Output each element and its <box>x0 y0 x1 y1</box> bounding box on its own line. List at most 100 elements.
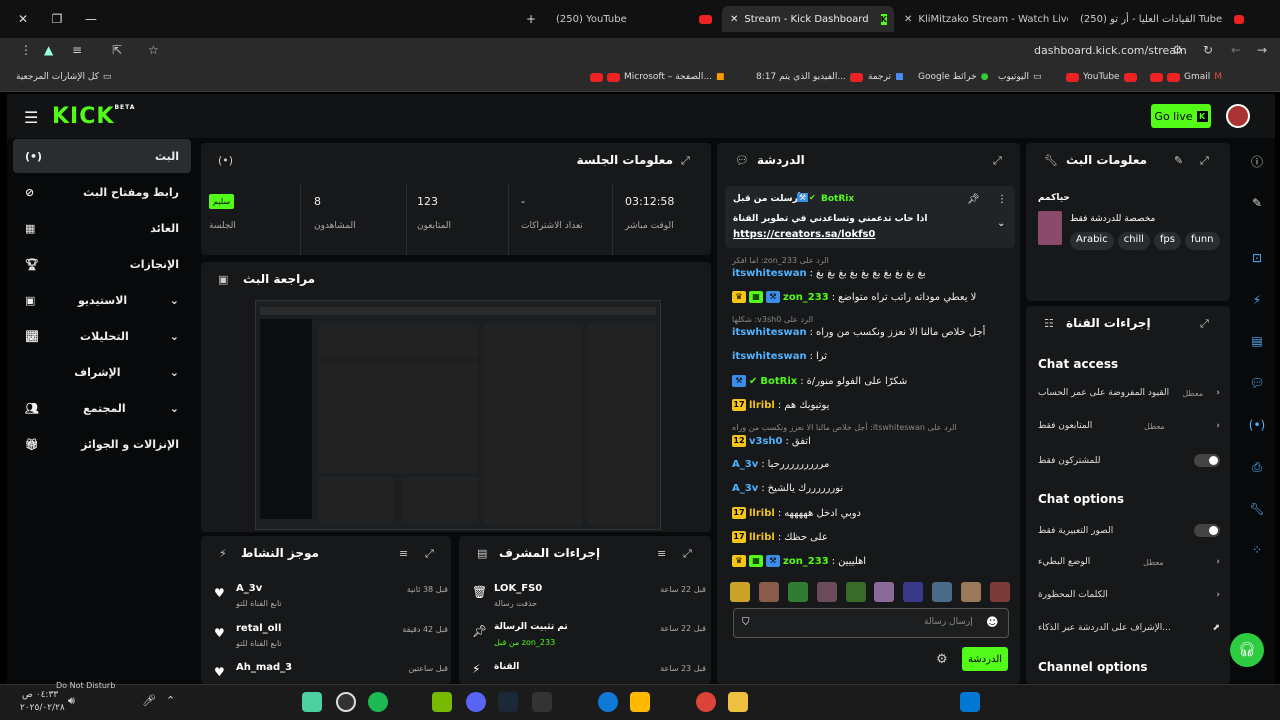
emote-icon[interactable] <box>816 582 837 602</box>
tag-chip[interactable]: chill <box>1117 232 1150 250</box>
emoji-icon[interactable]: ☻ <box>986 615 999 629</box>
restore-window-icon[interactable]: ❐ <box>46 8 68 30</box>
new-tab-icon[interactable]: + <box>520 8 542 30</box>
activity-user[interactable]: retal_oll <box>236 623 281 634</box>
url-text[interactable]: dashboard.kick.com/stream <box>1034 44 1187 57</box>
wrench-icon[interactable]: 🔧︎ <box>1244 496 1270 522</box>
tab-youtube[interactable]: (250) YouTube <box>548 6 720 32</box>
bookmark-translate[interactable]: ترجمة ■ <box>868 72 904 82</box>
emote-icon[interactable] <box>787 582 808 602</box>
tab-kick-watch[interactable]: ✕ KliMitzako Stream - Watch Live K <box>896 6 1068 32</box>
sidebar-item-analytics[interactable]: 📈︎ التحليلات ⌄ <box>13 319 191 353</box>
clip-icon[interactable]: ⊡ <box>1244 245 1270 271</box>
mic-icon[interactable]: 🎤︎ <box>142 694 156 707</box>
bookmark-all[interactable]: كل الإشارات المرجعية ▭ <box>16 72 111 82</box>
avatar[interactable] <box>1226 104 1250 128</box>
chat-username[interactable]: BotRix <box>760 376 797 387</box>
file-explorer-icon[interactable] <box>728 692 748 712</box>
notes-icon[interactable]: ▤ <box>1244 328 1270 354</box>
chrome-icon[interactable] <box>696 692 716 712</box>
bookmark-youtube-ar[interactable]: اليوتيوب ▭ <box>998 72 1041 82</box>
sidebar-item-drops[interactable]: 🎁︎ الإنزالات و الجوائز <box>13 427 191 461</box>
chat-username[interactable]: v3sh0 <box>749 436 783 447</box>
extension-icon[interactable]: ▲ <box>44 43 53 57</box>
tag-chip[interactable]: funn <box>1184 232 1220 250</box>
app-icon[interactable] <box>630 692 650 712</box>
emote-icon[interactable] <box>758 582 779 602</box>
expand-icon[interactable]: ⤢ <box>1200 154 1209 168</box>
headset-support-icon[interactable]: 🎧︎ <box>1230 633 1264 667</box>
subscribers-only-toggle[interactable] <box>1194 454 1220 467</box>
stream-preview-video[interactable] <box>255 300 661 530</box>
kick-logo[interactable]: KICKBETA <box>52 104 135 129</box>
lightning-icon[interactable]: ⚡ <box>1244 287 1270 313</box>
back-icon[interactable]: → <box>1257 43 1267 57</box>
option-row-followers[interactable]: المتابعون فقط معطل › <box>1038 421 1220 431</box>
forward-icon[interactable]: ← <box>1231 43 1241 57</box>
pinned-link[interactable]: https://creators.sa/lokfs0 <box>733 229 875 240</box>
mod-action-title[interactable]: LOK_FS0 <box>494 583 542 594</box>
shield-icon[interactable]: ⛉ <box>742 617 750 628</box>
emote-icon[interactable] <box>845 582 866 602</box>
share-icon[interactable]: ⇱ <box>112 43 122 57</box>
go-live-button[interactable]: Go live K <box>1151 104 1211 128</box>
close-tab-icon[interactable]: ✕ <box>904 14 912 25</box>
activity-user[interactable]: A_3v <box>236 583 262 594</box>
app-icon[interactable] <box>336 692 356 712</box>
sidebar-item-link-key[interactable]: ⊘ رابط ومفتاح البث <box>13 175 191 209</box>
bookmark-video[interactable]: 8:17 الفيديو الذي يتم... <box>756 72 864 82</box>
sidebar-item-moderation[interactable]: الإشراف ⌄ <box>13 355 191 389</box>
chat-username[interactable]: A_3v <box>732 459 758 470</box>
app-icon[interactable] <box>302 692 322 712</box>
steam-icon[interactable] <box>498 692 518 712</box>
chat-username[interactable]: llribl <box>749 400 775 411</box>
tag-chip[interactable]: Arabic <box>1070 232 1114 250</box>
pin-icon[interactable]: 📌︎ <box>967 194 980 205</box>
more-menu-icon[interactable]: ⋮ <box>20 43 32 57</box>
site-settings-icon[interactable]: ⚙ <box>1172 43 1183 57</box>
bookmark-gmail[interactable]: Gmail M <box>1150 72 1222 82</box>
option-row-ai-moderation[interactable]: الإشراف على الدردشة عبر الذكاء... ⬈ <box>1038 623 1220 633</box>
apps-icon[interactable]: ⁘ <box>1244 537 1270 563</box>
edit-icon[interactable]: ✎ <box>1174 154 1183 167</box>
speaker-icon[interactable]: 🔊︎ <box>68 694 75 708</box>
settings-gear-icon[interactable]: ⚙ <box>936 652 948 667</box>
expand-icon[interactable]: ⤢ <box>681 154 690 168</box>
minimize-window-icon[interactable]: — <box>80 8 102 30</box>
expand-icon[interactable]: ⤢ <box>1200 317 1209 331</box>
chat-username[interactable]: llribl <box>749 532 775 543</box>
printer-icon[interactable]: ⎙ <box>1244 454 1270 480</box>
option-row-subscribers[interactable]: للمشتركون فقط <box>1038 454 1220 467</box>
reload-icon[interactable]: ↻ <box>1203 43 1213 57</box>
bookmark-maps[interactable]: Google خرائط ● <box>918 72 989 82</box>
sidebar-item-stream[interactable]: (•) البث <box>13 139 191 173</box>
hamburger-menu-icon[interactable]: ☰ <box>24 108 38 127</box>
clock-time[interactable]: ٠٤:٣٣ ص <box>22 690 58 700</box>
emote-only-toggle[interactable] <box>1194 524 1220 537</box>
chevron-up-icon[interactable]: ⌃ <box>166 694 175 707</box>
option-row-emote-only[interactable]: الصور التعبيرية فقط <box>1038 524 1220 537</box>
broadcast-icon[interactable]: (•) <box>1244 412 1270 438</box>
send-chat-button[interactable]: الدردشة <box>962 647 1008 671</box>
emote-icon[interactable] <box>730 582 750 602</box>
chat-username[interactable]: llribl <box>749 508 775 519</box>
chat-input[interactable]: ⛉ إرسال رسالة ☻ <box>733 608 1009 638</box>
discord-icon[interactable] <box>466 692 486 712</box>
expand-icon[interactable]: ⤢ <box>683 547 692 561</box>
filter-icon[interactable]: ≡ <box>657 547 666 560</box>
close-window-icon[interactable]: ✕ <box>12 8 34 30</box>
emote-icon[interactable] <box>961 582 981 602</box>
spotify-icon[interactable] <box>368 692 388 712</box>
chat-username[interactable]: itswhiteswan <box>732 268 807 279</box>
bookmark-star-icon[interactable]: ☆ <box>148 43 159 57</box>
expand-icon[interactable]: ⤢ <box>425 547 434 561</box>
info-icon[interactable]: ⓘ <box>1244 149 1270 175</box>
chat-bubble-icon[interactable]: 💬︎ <box>1244 370 1270 396</box>
edge-icon[interactable] <box>598 692 618 712</box>
chevron-down-icon[interactable]: ⌄ <box>997 218 1005 229</box>
filter-icon[interactable]: ≡ <box>399 547 408 560</box>
chat-username[interactable]: itswhiteswan <box>732 351 807 362</box>
nvidia-icon[interactable] <box>432 692 452 712</box>
bookmark-youtube[interactable]: YouTube <box>1066 72 1137 82</box>
more-menu-icon[interactable]: ⋮ <box>997 194 1007 205</box>
